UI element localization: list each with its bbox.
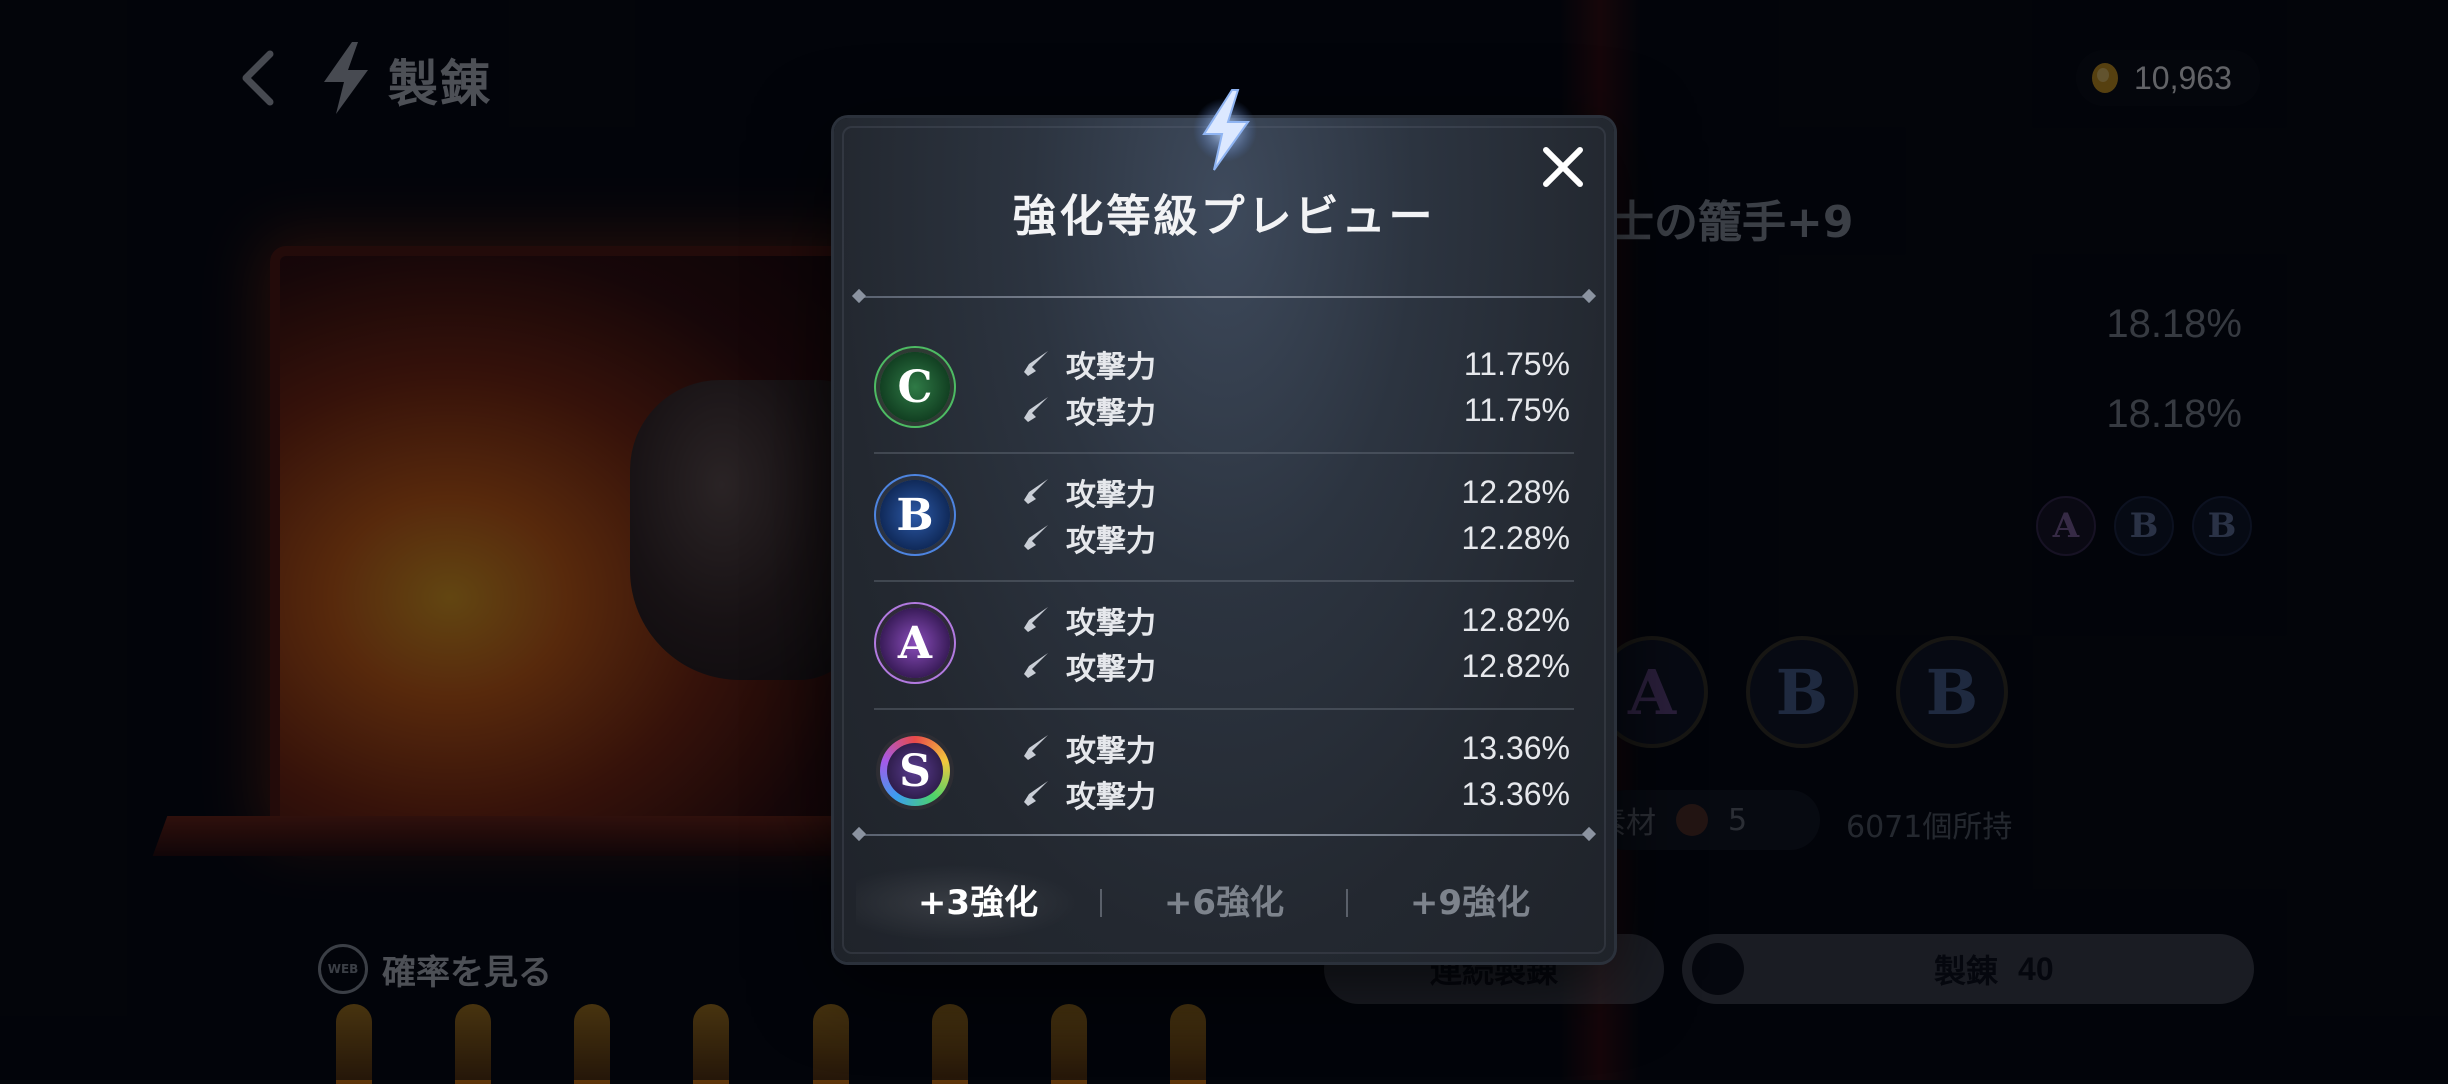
coin-icon xyxy=(2092,63,2118,93)
tab-plus-3[interactable]: +3強化 xyxy=(856,858,1100,948)
probability-link-label: 確率を見る xyxy=(382,952,552,993)
stat-value: 12.28% xyxy=(1461,519,1570,556)
sword-icon xyxy=(1024,351,1048,376)
stat-line: 攻撃力 12.28% xyxy=(1020,470,1570,514)
sword-icon xyxy=(1024,479,1048,504)
stat-line: 攻撃力 11.75% xyxy=(1020,342,1570,386)
gauntlet-image xyxy=(630,380,860,680)
stat-line: 攻撃力 12.82% xyxy=(1020,644,1570,688)
tab-plus-9[interactable]: +9強化 xyxy=(1348,858,1592,948)
stat-line: 攻撃力 11.75% xyxy=(1020,388,1570,432)
grade-b-badge: B xyxy=(880,480,950,550)
stat-name: 攻撃力 xyxy=(1066,350,1156,385)
stat-percent: 18.18% xyxy=(2106,392,2242,436)
refine-label: 製錬 xyxy=(1934,952,1999,990)
stat-value: 12.82% xyxy=(1461,647,1570,684)
probability-link[interactable]: WEB 確率を見る xyxy=(318,944,552,994)
currency-amount: 10,963 xyxy=(2134,59,2232,96)
sword-icon xyxy=(1024,607,1048,632)
back-arrow-icon xyxy=(242,50,274,106)
stat-line: 攻撃力 12.82% xyxy=(1020,598,1570,642)
stat-line: 攻撃力 13.36% xyxy=(1020,726,1570,770)
grade-slot: B xyxy=(1896,636,2008,748)
grade-badge: B xyxy=(2192,496,2252,556)
stat-value: 12.28% xyxy=(1461,473,1570,510)
grade-slots: A B B xyxy=(1596,636,2008,748)
stat-value: 11.75% xyxy=(1463,391,1570,428)
material-icon xyxy=(1676,804,1708,836)
enhancement-tabs: +3強化 +6強化 +9強化 xyxy=(856,858,1592,948)
dialog-title: 強化等級プレビュー xyxy=(1012,191,1436,242)
grade-row-s: S 攻撃力 13.36% 攻撃力 13.36% xyxy=(874,710,1574,836)
stat-line: 攻撃力 13.36% xyxy=(1020,772,1570,816)
grade-slot: B xyxy=(1746,636,1858,748)
grade-s-badge: S xyxy=(880,736,950,806)
stat-name: 攻撃力 xyxy=(1066,780,1156,815)
stat-line: 攻撃力 12.28% xyxy=(1020,516,1570,560)
web-icon: WEB xyxy=(318,944,368,994)
stat-name: 攻撃力 xyxy=(1066,524,1156,559)
grade-badge: A xyxy=(2036,496,2096,556)
divider xyxy=(858,296,1590,298)
grade-badge: B xyxy=(2114,496,2174,556)
material-cost: 素材 5 xyxy=(1596,790,1820,850)
lightning-bolt-icon xyxy=(1193,89,1257,171)
grade-list: C 攻撃力 11.75% 攻撃力 11.75% B 攻撃力 12.28% 攻撃力 xyxy=(874,326,1574,836)
tab-plus-6[interactable]: +6強化 xyxy=(1102,858,1346,948)
grade-row-c: C 攻撃力 11.75% 攻撃力 11.75% xyxy=(874,326,1574,454)
stat-value: 11.75% xyxy=(1463,345,1570,382)
grade-s-letter: S xyxy=(887,743,943,799)
sword-icon xyxy=(1024,525,1048,550)
stat-name: 攻撃力 xyxy=(1066,478,1156,513)
back-button[interactable] xyxy=(236,46,280,110)
grade-history: A B B xyxy=(2036,496,2252,556)
grade-c-badge: C xyxy=(880,352,950,422)
sword-icon xyxy=(1024,781,1048,806)
stat-value: 13.36% xyxy=(1461,729,1570,766)
lightning-bolt-icon xyxy=(324,42,368,114)
stat-name: 攻撃力 xyxy=(1066,734,1156,769)
item-name: 士の籠手+9 xyxy=(1610,197,1854,248)
stat-value: 12.82% xyxy=(1461,601,1570,638)
grade-a-badge: A xyxy=(880,608,950,678)
currency-display: 10,963 xyxy=(2076,50,2260,106)
stat-name: 攻撃力 xyxy=(1066,652,1156,687)
lightning-bolt-icon xyxy=(1692,943,1744,995)
grade-row-b: B 攻撃力 12.28% 攻撃力 12.28% xyxy=(874,454,1574,582)
refine-button[interactable]: 製錬 40 xyxy=(1682,934,2254,1004)
stat-value: 13.36% xyxy=(1461,775,1570,812)
sword-icon xyxy=(1024,735,1048,760)
page-title: 製錬 xyxy=(388,55,492,113)
stat-percent: 18.18% xyxy=(2106,302,2242,346)
forge-pillars xyxy=(336,1004,1206,1084)
grade-row-a: A 攻撃力 12.82% 攻撃力 12.82% xyxy=(874,582,1574,710)
sword-icon xyxy=(1024,397,1048,422)
refine-cost: 40 xyxy=(2018,950,2054,987)
sword-icon xyxy=(1024,653,1048,678)
material-count: 5 xyxy=(1728,802,1748,838)
stat-name: 攻撃力 xyxy=(1066,606,1156,641)
forge-base xyxy=(152,816,908,856)
grade-preview-dialog: 強化等級プレビュー C 攻撃力 11.75% 攻撃力 11.75% B 攻撃力 … xyxy=(834,89,1614,962)
owned-count: 6071個所持 xyxy=(1846,810,2013,845)
divider xyxy=(858,834,1590,836)
stat-name: 攻撃力 xyxy=(1066,396,1156,431)
